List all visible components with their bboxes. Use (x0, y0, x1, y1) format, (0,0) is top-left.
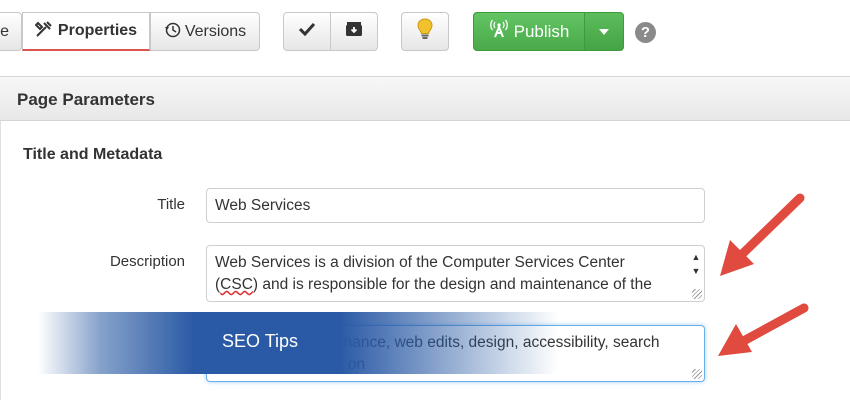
scroll-arrows[interactable]: ▲ ▼ (691, 250, 701, 278)
tips-button[interactable] (401, 12, 449, 51)
chevron-down-icon (599, 28, 609, 35)
seo-tips-label: SEO Tips (222, 331, 299, 351)
properties-tab-label: Properties (57, 22, 138, 39)
description-label: Description (109, 253, 185, 270)
versions-tab[interactable]: Versions (150, 12, 260, 51)
checkmark-icon (298, 22, 316, 41)
broadcast-icon (489, 19, 509, 44)
archive-button[interactable] (330, 12, 378, 51)
approve-button[interactable] (283, 12, 331, 51)
versions-tab-label: Versions (184, 22, 247, 40)
panel-header: Page Parameters (0, 76, 850, 121)
panel-title: Page Parameters (17, 90, 155, 109)
archive-icon (345, 21, 363, 42)
help-icon[interactable]: ? (635, 22, 656, 43)
history-icon (164, 21, 181, 43)
publish-label: Publish (513, 21, 570, 41)
section-title: Title and Metadata (23, 146, 163, 163)
source-tab[interactable]: ce (0, 12, 22, 51)
title-label: Title (157, 196, 185, 213)
description-line-1: Web Services is a division of the Comput… (215, 254, 625, 271)
arrow-icon (718, 303, 809, 356)
resize-grip-icon[interactable] (692, 369, 702, 379)
publish-button[interactable]: Publish (473, 12, 585, 51)
properties-tab[interactable]: Properties (22, 12, 150, 51)
tools-icon (34, 20, 53, 43)
lightbulb-icon (417, 18, 433, 45)
title-input[interactable]: Web Services (206, 188, 705, 223)
toolbar: ce Properties Versions Publish ? (0, 0, 850, 66)
description-line-2: (CSC) and is responsible for the design … (215, 276, 652, 293)
source-tab-label: ce (0, 22, 9, 40)
description-textarea[interactable]: Web Services is a division of the Comput… (206, 245, 705, 302)
resize-grip-icon[interactable] (692, 289, 702, 299)
publish-dropdown-button[interactable] (584, 12, 624, 51)
arrow-icon (720, 193, 805, 276)
title-value: Web Services (215, 197, 311, 214)
misspelled-word: CSC (220, 276, 253, 293)
